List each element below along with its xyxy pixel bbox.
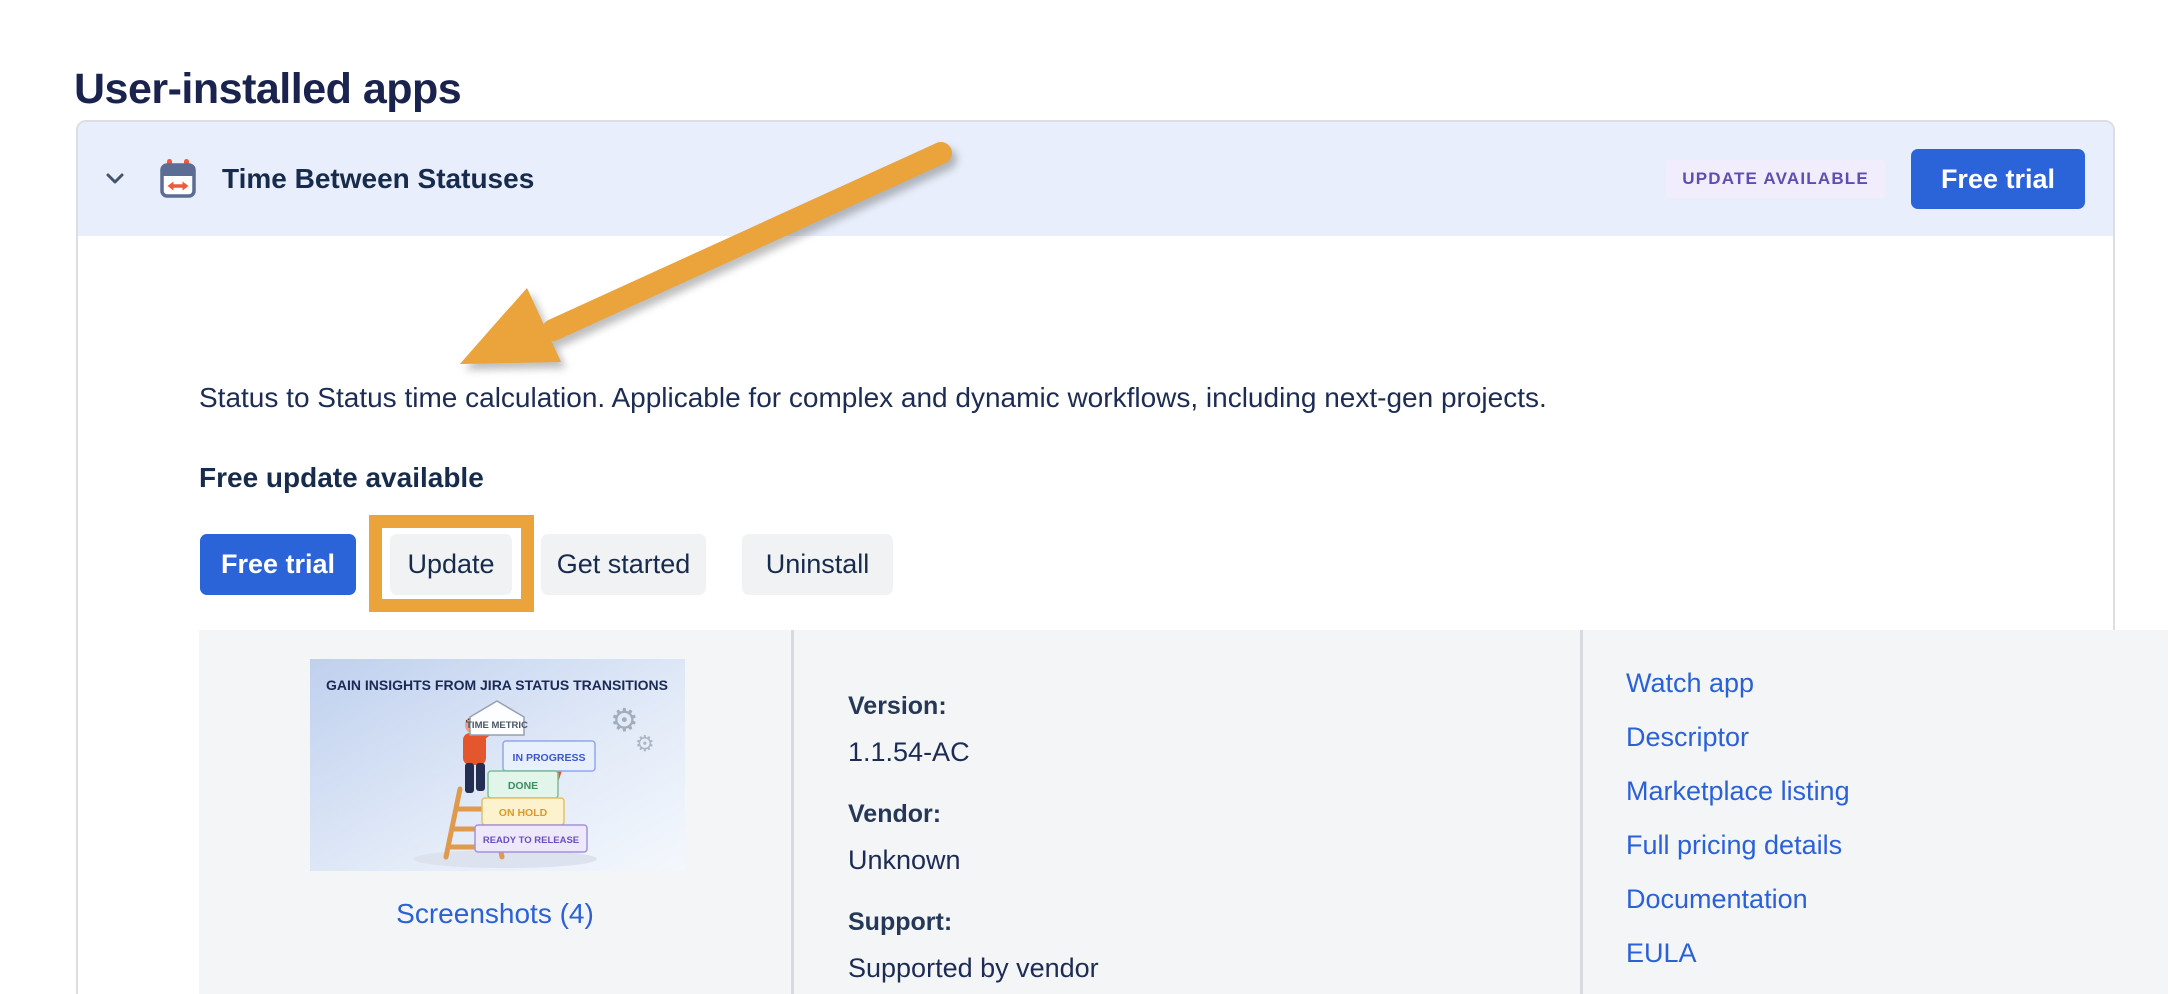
watch-app-link[interactable]: Watch app [1626, 668, 1754, 699]
field-value-support: Supported by vendor [848, 953, 1120, 984]
column-divider [791, 630, 794, 994]
chip-in-progress: IN PROGRESS [513, 752, 586, 764]
free-update-available-text: Free update available [199, 462, 484, 494]
app-name: Time Between Statuses [222, 163, 534, 195]
field-label-version: Version: [848, 692, 1120, 721]
app-screenshot-thumbnail[interactable]: GAIN INSIGHTS FROM JIRA STATUS TRANSITIO… [310, 659, 685, 871]
descriptor-link[interactable]: Descriptor [1626, 722, 1749, 753]
field-value-version: 1.1.54-AC [848, 737, 1120, 768]
list-item: Marketplace listing [1626, 764, 1929, 818]
manage-apps-page: User-installed apps Time Betwe [0, 0, 2178, 994]
free-trial-button[interactable]: Free trial [200, 534, 356, 595]
eula-link[interactable]: EULA [1626, 938, 1697, 969]
free-trial-button-header[interactable]: Free trial [1911, 149, 2085, 209]
field-value-vendor: Unknown [848, 845, 1120, 876]
update-available-badge: UPDATE AVAILABLE [1666, 160, 1885, 198]
full-pricing-details-link[interactable]: Full pricing details [1626, 830, 1842, 861]
app-description: Status to Status time calculation. Appli… [199, 382, 1547, 414]
marketplace-listing-link[interactable]: Marketplace listing [1626, 776, 1850, 807]
list-item: Full pricing details [1626, 818, 1929, 872]
app-links-list: Watch app Descriptor Marketplace listing… [1626, 656, 1929, 994]
screenshots-link[interactable]: Screenshots (4) [199, 898, 791, 930]
chip-ready-to-release: READY TO RELEASE [483, 835, 579, 846]
list-item: Documentation [1626, 872, 1929, 926]
chevron-down-icon [106, 173, 124, 185]
get-started-button[interactable]: Get started [541, 534, 706, 595]
app-info-fields: Version: 1.1.54-AC Vendor: Unknown Suppo… [848, 692, 1120, 994]
app-calendar-icon [160, 159, 196, 199]
documentation-link[interactable]: Documentation [1626, 884, 1808, 915]
list-item: Data security and privacy [1626, 980, 1929, 994]
list-item: Descriptor [1626, 710, 1929, 764]
app-panel-time-between-statuses: Time Between Statuses UPDATE AVAILABLE F… [76, 120, 2115, 994]
chip-done: DONE [508, 780, 538, 792]
list-item: EULA [1626, 926, 1929, 980]
page-title: User-installed apps [74, 65, 461, 114]
update-button[interactable]: Update [390, 534, 512, 595]
column-divider [1580, 630, 1583, 994]
field-label-support: Support: [848, 908, 1120, 937]
field-label-vendor: Vendor: [848, 800, 1120, 829]
thumbnail-title: GAIN INSIGHTS FROM JIRA STATUS TRANSITIO… [326, 677, 668, 693]
chip-time-metric: TIME METRIC [466, 720, 528, 731]
list-item: Watch app [1626, 656, 1929, 710]
uninstall-button[interactable]: Uninstall [742, 534, 893, 595]
chip-on-hold: ON HOLD [499, 807, 548, 819]
app-panel-header[interactable]: Time Between Statuses UPDATE AVAILABLE F… [78, 122, 2113, 236]
app-details-section: GAIN INSIGHTS FROM JIRA STATUS TRANSITIO… [199, 630, 2168, 994]
gear-icon-small: ⚙ [635, 731, 655, 756]
collapse-chevron-icon[interactable] [100, 164, 130, 194]
